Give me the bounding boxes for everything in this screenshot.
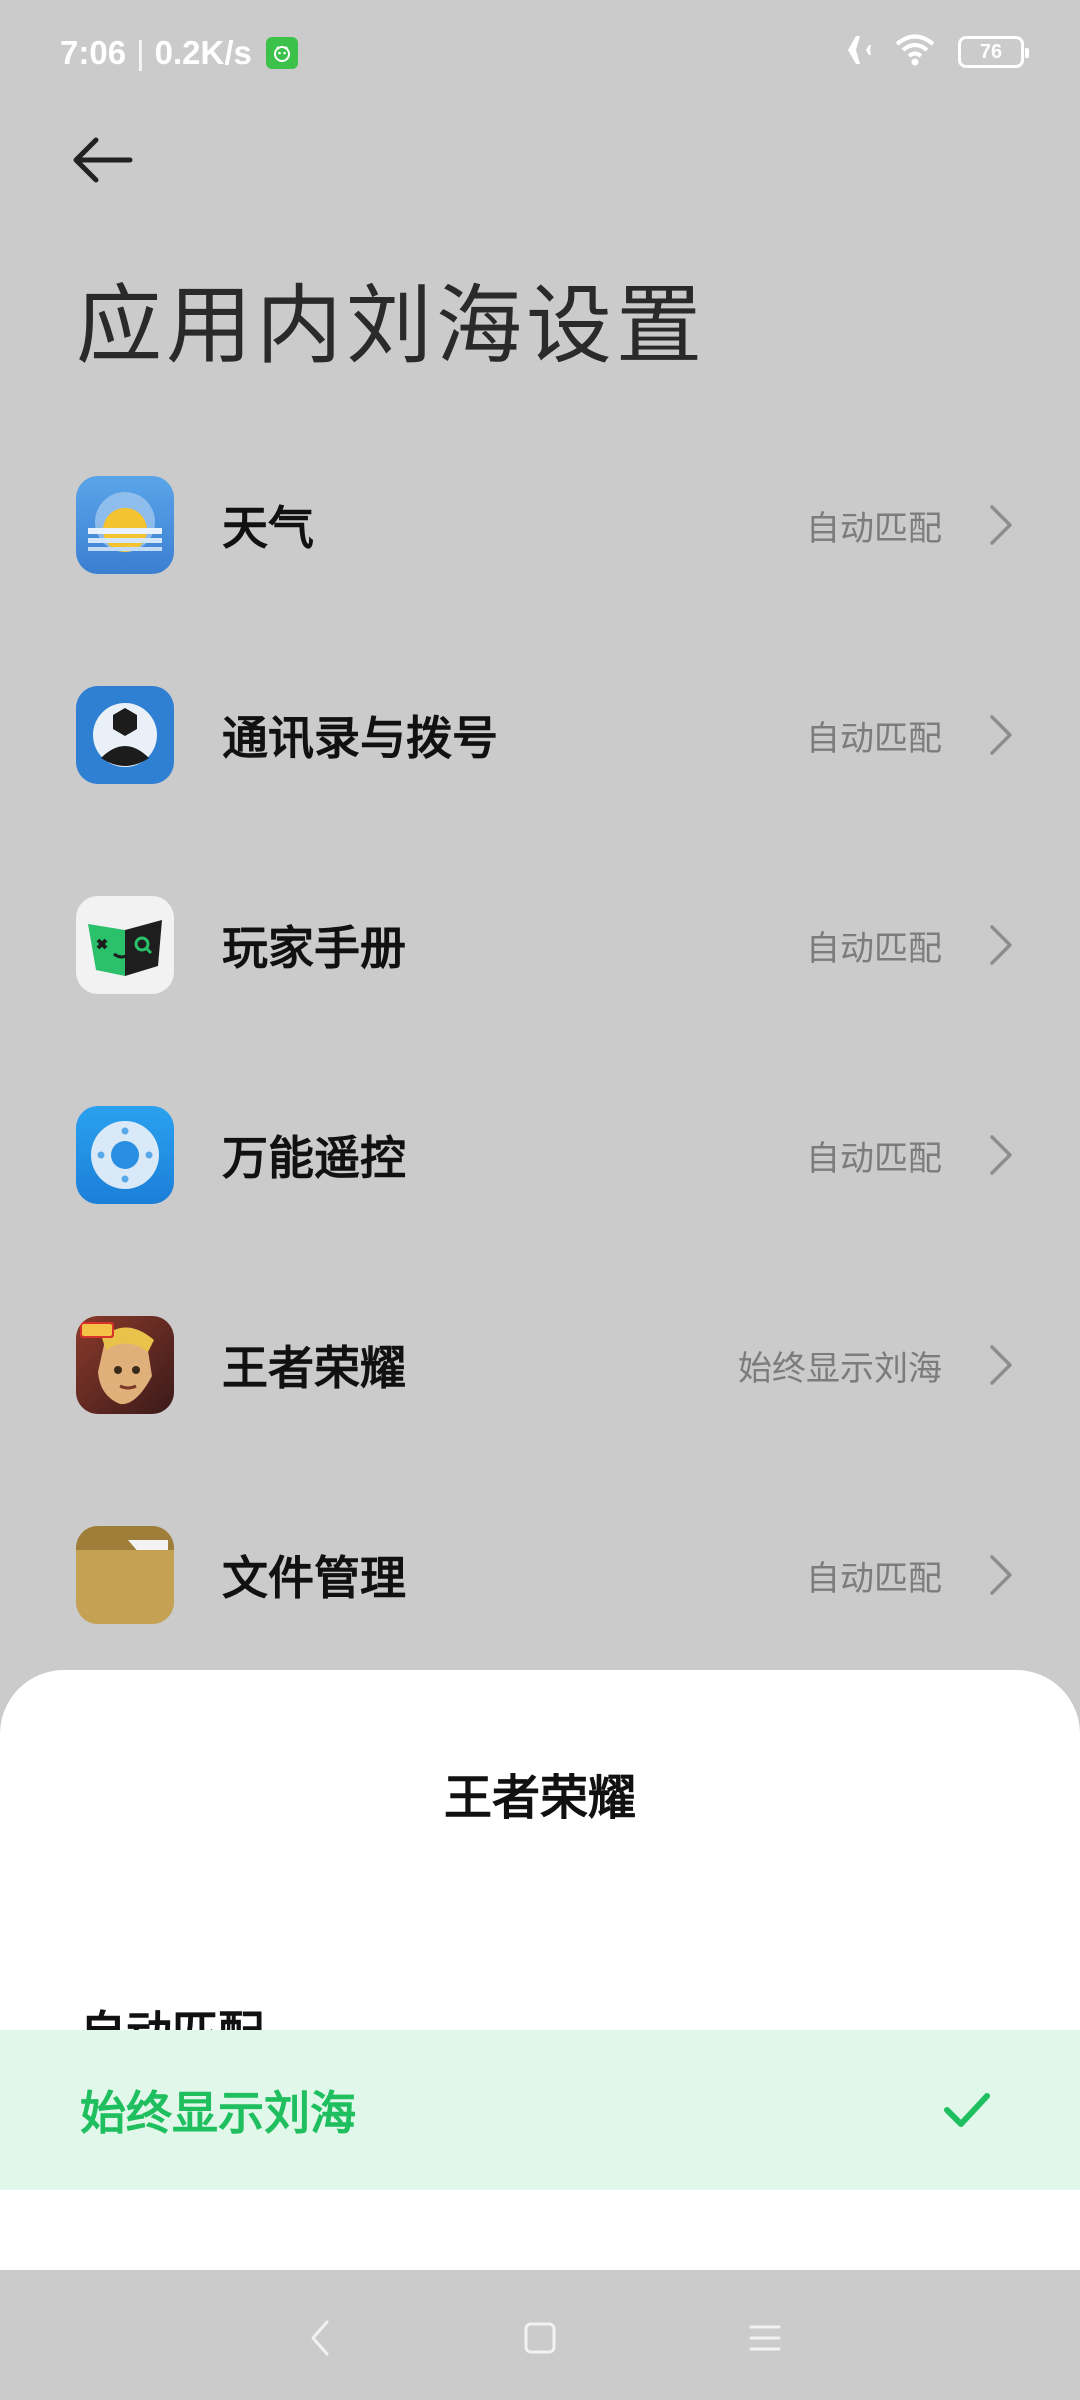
app-notch-mode: 自动匹配: [806, 1138, 942, 1179]
status-right: 76: [832, 32, 1029, 72]
sheet-title: 王者荣耀: [443, 1770, 636, 1826]
check-icon: [944, 2093, 990, 2127]
nav-home-icon: [524, 2322, 556, 2354]
nav-menu-icon: [749, 2325, 781, 2351]
chevron-right-icon: [990, 1135, 1012, 1175]
option-always-show-notch[interactable]: 始终显示刘海: [0, 2030, 1080, 2190]
navigation-bar: [0, 2270, 1080, 2400]
app-row-player-handbook[interactable]: 玩家手册 自动匹配: [0, 840, 1080, 1050]
contacts-icon: [76, 686, 174, 784]
wifi-icon: [894, 33, 936, 71]
chevron-right-icon: [990, 925, 1012, 965]
airplane-icon: [832, 32, 872, 72]
option-label: 始终显示刘海: [80, 2086, 356, 2140]
app-notch-mode: 自动匹配: [806, 508, 942, 549]
page-title: 应用内刘海设置: [76, 276, 706, 376]
status-separator: |: [136, 34, 145, 71]
chevron-right-icon: [990, 1555, 1012, 1595]
app-row-file-manager[interactable]: 文件管理 自动匹配: [0, 1470, 1080, 1680]
battery-level: 76: [979, 40, 1003, 63]
screen: 7:06 | 0.2K/s 76 应用内刘海设置 天气 自动匹配 通讯录与拨号 …: [0, 0, 1080, 2400]
weather-icon: [76, 476, 174, 574]
app-name: 万能遥控: [222, 1131, 406, 1185]
honor-of-kings-icon: [76, 1316, 174, 1414]
app-name: 王者荣耀: [222, 1341, 406, 1395]
status-bar: 7:06 | 0.2K/s 76: [0, 0, 1080, 110]
chevron-right-icon: [990, 715, 1012, 755]
app-row-remote-control[interactable]: 万能遥控 自动匹配: [0, 1050, 1080, 1260]
battery-icon: 76: [958, 36, 1029, 68]
arrow-left-icon: [73, 137, 133, 183]
app-name: 文件管理: [222, 1551, 406, 1605]
app-row-weather[interactable]: 天气 自动匹配: [0, 420, 1080, 630]
player-handbook-icon: [76, 896, 174, 994]
remote-control-icon: [76, 1106, 174, 1204]
app-row-contacts[interactable]: 通讯录与拨号 自动匹配: [0, 630, 1080, 840]
app-notch-mode: 自动匹配: [806, 1558, 942, 1599]
status-time: 7:06: [60, 34, 127, 71]
nav-back-button[interactable]: [290, 2308, 350, 2368]
app-notch-mode: 自动匹配: [806, 718, 942, 759]
status-left: 7:06 | 0.2K/s: [60, 34, 298, 72]
network-speed: 0.2K/s: [154, 34, 252, 71]
app-name: 通讯录与拨号: [222, 711, 498, 765]
app-name: 天气: [222, 501, 314, 555]
nav-back-icon: [311, 2320, 329, 2356]
chevron-right-icon: [990, 505, 1012, 545]
app-notch-mode: 自动匹配: [806, 928, 942, 969]
app-row-honor-of-kings[interactable]: 王者荣耀 始终显示刘海: [0, 1260, 1080, 1470]
back-button[interactable]: [70, 120, 160, 200]
nav-recents-button[interactable]: [735, 2308, 795, 2368]
notch-mode-sheet: 王者荣耀 自动匹配 始终显示刘海: [0, 1670, 1080, 2270]
nav-home-button[interactable]: [510, 2308, 570, 2368]
app-notch-mode: 始终显示刘海: [738, 1348, 942, 1389]
app-name: 玩家手册: [222, 921, 406, 975]
file-manager-icon: [76, 1526, 174, 1624]
notification-app-icon: [265, 37, 298, 69]
chevron-right-icon: [990, 1345, 1012, 1385]
